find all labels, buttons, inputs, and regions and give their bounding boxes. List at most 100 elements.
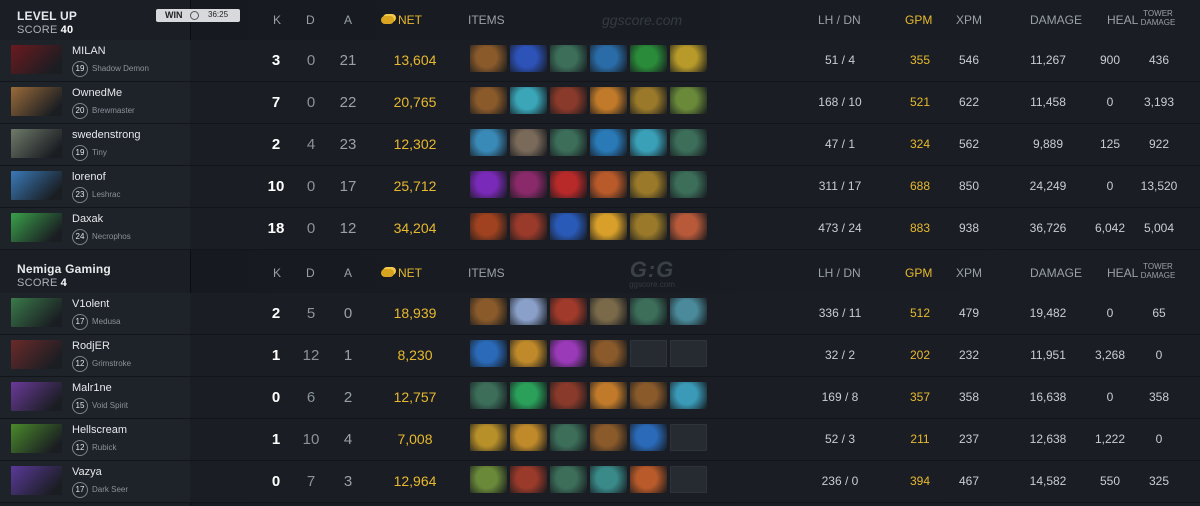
kills: 0	[271, 473, 281, 490]
item-icon[interactable]	[470, 382, 507, 409]
item-icon[interactable]	[630, 382, 667, 409]
player-row[interactable]: Daxak 24 Necrophos 18 0 12 34,204 473 / 24 883 93…	[0, 208, 1200, 250]
player-row[interactable]: lorenof 23 Leshrac 10 0 17 25,712 311 / 17 688 85…	[0, 166, 1200, 208]
player-name[interactable]: swedenstrong	[72, 129, 141, 141]
last-hits-denies: 168 / 10	[818, 95, 862, 109]
player-row[interactable]: Malr1ne 15 Void Spirit 0 6 2 12,757 169 / 8 357 3…	[0, 377, 1200, 419]
assists: 21	[339, 52, 357, 69]
item-icon[interactable]	[630, 45, 667, 72]
gold-coin-icon	[381, 268, 394, 277]
empty-item-slot[interactable]	[630, 340, 667, 367]
item-icon[interactable]	[470, 213, 507, 240]
item-icon[interactable]	[550, 298, 587, 325]
item-icon[interactable]	[630, 298, 667, 325]
item-icon[interactable]	[670, 129, 707, 156]
hero-name: Brewmaster	[92, 106, 135, 115]
item-icon[interactable]	[590, 340, 627, 367]
item-icon[interactable]	[510, 298, 547, 325]
item-icon[interactable]	[510, 424, 547, 451]
item-icon[interactable]	[510, 340, 547, 367]
player-name[interactable]: V1olent	[72, 298, 109, 310]
item-icon[interactable]	[590, 382, 627, 409]
player-row[interactable]: MILAN 19 Shadow Demon 3 0 21 13,604 51 / 4 355 54…	[0, 40, 1200, 82]
item-icon[interactable]	[590, 213, 627, 240]
player-name[interactable]: Hellscream	[72, 424, 127, 436]
stats-cell: 18 0 12 34,204 473 / 24 883 938 36,726 6,042 5,00…	[190, 208, 1200, 250]
item-icon[interactable]	[550, 424, 587, 451]
hero-level: 19	[72, 61, 88, 77]
item-icon[interactable]	[630, 171, 667, 198]
item-icon[interactable]	[510, 87, 547, 114]
item-icon[interactable]	[590, 298, 627, 325]
player-name[interactable]: RodjER	[72, 340, 110, 352]
item-icon[interactable]	[670, 298, 707, 325]
item-icon[interactable]	[550, 382, 587, 409]
header-k: K	[273, 13, 282, 27]
item-icon[interactable]	[590, 45, 627, 72]
player-row[interactable]: Hellscream 12 Rubick 1 10 4 7,008 52 / 3 211 237 1…	[0, 419, 1200, 461]
xpm: 850	[958, 179, 980, 193]
player-row[interactable]: V1olent 17 Medusa 2 5 0 18,939 336 / 11 512 479 19…	[0, 293, 1200, 335]
item-icon[interactable]	[670, 382, 707, 409]
item-icon[interactable]	[510, 171, 547, 198]
player-row[interactable]: RodjER 12 Grimstroke 1 12 1 8,230 32 / 2 202 232 1…	[0, 335, 1200, 377]
header-a: A	[344, 266, 353, 280]
player-name[interactable]: Vazya	[72, 466, 102, 478]
item-icon[interactable]	[590, 171, 627, 198]
empty-item-slot[interactable]	[670, 340, 707, 367]
player-name[interactable]: Daxak	[72, 213, 103, 225]
player-name[interactable]: Malr1ne	[72, 382, 112, 394]
item-icon[interactable]	[590, 129, 627, 156]
item-icon[interactable]	[470, 340, 507, 367]
player-row[interactable]: swedenstrong 19 Tiny 2 4 23 12,302 47 / 1 324 562…	[0, 124, 1200, 166]
player-name[interactable]: OwnedMe	[72, 87, 122, 99]
item-icon[interactable]	[630, 424, 667, 451]
item-icon[interactable]	[550, 213, 587, 240]
tower-damage: 436	[1148, 53, 1170, 67]
item-icon[interactable]	[550, 466, 587, 493]
item-icon[interactable]	[470, 45, 507, 72]
hero-level: 20	[72, 103, 88, 119]
item-icon[interactable]	[630, 213, 667, 240]
team-score: SCORE 4	[17, 277, 67, 289]
item-icon[interactable]	[630, 129, 667, 156]
item-icon[interactable]	[590, 466, 627, 493]
item-icon[interactable]	[510, 213, 547, 240]
item-icon[interactable]	[550, 129, 587, 156]
item-icon[interactable]	[510, 466, 547, 493]
item-icon[interactable]	[670, 171, 707, 198]
item-icon[interactable]	[510, 45, 547, 72]
net-worth: 25,712	[393, 178, 437, 194]
item-icon[interactable]	[550, 45, 587, 72]
player-name[interactable]: lorenof	[72, 171, 106, 183]
hero-portrait	[11, 298, 62, 327]
player-name[interactable]: MILAN	[72, 45, 106, 57]
item-icon[interactable]	[670, 213, 707, 240]
hero-level: 12	[72, 356, 88, 372]
item-icon[interactable]	[470, 171, 507, 198]
deaths: 0	[306, 220, 316, 237]
player-row[interactable]: Vazya 17 Dark Seer 0 7 3 12,964 236 / 0 394 467 14…	[0, 461, 1200, 503]
item-icon[interactable]	[470, 424, 507, 451]
item-icon[interactable]	[590, 424, 627, 451]
item-icon[interactable]	[470, 129, 507, 156]
item-icon[interactable]	[630, 87, 667, 114]
item-icon[interactable]	[590, 87, 627, 114]
item-icon[interactable]	[550, 171, 587, 198]
empty-item-slot[interactable]	[670, 466, 707, 493]
item-icon[interactable]	[550, 87, 587, 114]
empty-item-slot[interactable]	[670, 424, 707, 451]
item-icon[interactable]	[510, 129, 547, 156]
item-icon[interactable]	[470, 466, 507, 493]
item-icon[interactable]	[670, 45, 707, 72]
item-icon[interactable]	[470, 298, 507, 325]
item-icon[interactable]	[470, 87, 507, 114]
tower-damage: 325	[1148, 474, 1170, 488]
header-k: K	[273, 266, 282, 280]
stats-cell: 7 0 22 20,765 168 / 10 521 622 11,458 0 3,193	[190, 82, 1200, 124]
item-icon[interactable]	[510, 382, 547, 409]
item-icon[interactable]	[630, 466, 667, 493]
item-icon[interactable]	[670, 87, 707, 114]
item-icon[interactable]	[550, 340, 587, 367]
player-row[interactable]: OwnedMe 20 Brewmaster 7 0 22 20,765 168 / 10 521…	[0, 82, 1200, 124]
